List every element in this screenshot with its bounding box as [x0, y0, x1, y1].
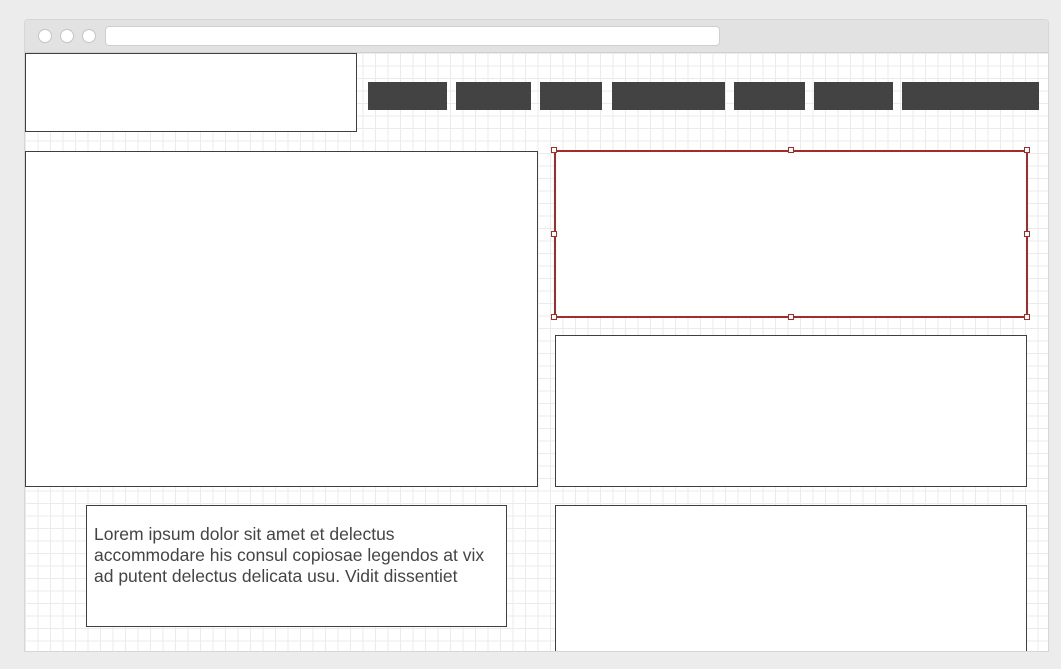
maximize-icon[interactable] [82, 29, 96, 43]
nav-button-3[interactable] [540, 82, 602, 110]
title-bar [25, 20, 1048, 53]
nav-button-1[interactable] [368, 82, 447, 110]
address-bar[interactable] [105, 26, 720, 46]
main-content-placeholder[interactable] [25, 151, 538, 487]
close-icon[interactable] [38, 29, 52, 43]
nav-button-2[interactable] [456, 82, 531, 110]
nav-button-7[interactable] [902, 82, 1039, 110]
logo-placeholder[interactable] [25, 53, 357, 132]
selected-content-box[interactable] [554, 150, 1028, 318]
nav-button-5[interactable] [734, 82, 805, 110]
resize-handle-right[interactable] [1024, 231, 1030, 237]
resize-handle-bottom-left[interactable] [551, 314, 557, 320]
wireframe-canvas[interactable]: Lorem ipsum dolor sit amet et delectus a… [25, 53, 1048, 651]
resize-handle-top-right[interactable] [1024, 147, 1030, 153]
minimize-icon[interactable] [60, 29, 74, 43]
side-content-placeholder[interactable] [555, 335, 1027, 487]
footer-content-placeholder[interactable] [555, 505, 1027, 651]
nav-button-4[interactable] [612, 82, 725, 110]
browser-window: Lorem ipsum dolor sit amet et delectus a… [24, 19, 1049, 652]
resize-handle-top-left[interactable] [551, 147, 557, 153]
nav-button-6[interactable] [814, 82, 893, 110]
text-block[interactable]: Lorem ipsum dolor sit amet et delectus a… [86, 505, 507, 627]
resize-handle-top[interactable] [788, 147, 794, 153]
resize-handle-bottom-right[interactable] [1024, 314, 1030, 320]
resize-handle-bottom[interactable] [788, 314, 794, 320]
resize-handle-left[interactable] [551, 231, 557, 237]
